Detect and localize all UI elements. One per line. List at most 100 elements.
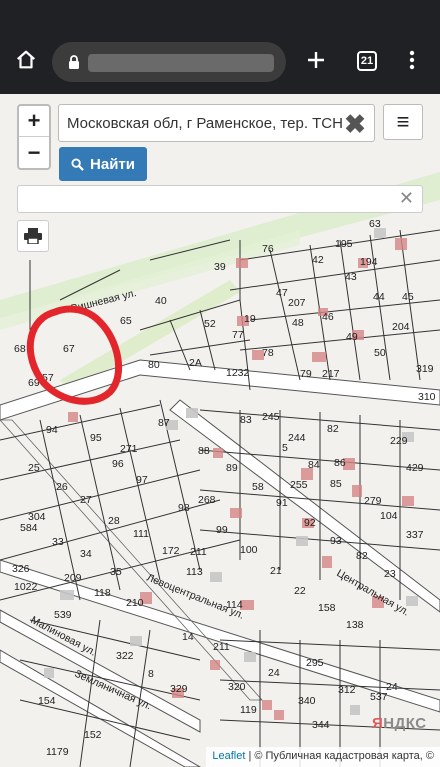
plot-label: 158 — [318, 602, 336, 614]
plot-label: 95 — [90, 432, 102, 444]
more-vert-icon[interactable] — [396, 44, 428, 76]
plot-label: 24 — [386, 681, 398, 693]
plot-label: 88 — [198, 445, 210, 457]
plot-label: 271 — [120, 443, 138, 455]
plot-label: 195 — [335, 238, 353, 250]
plot-label: 46 — [322, 311, 334, 323]
plot-label: 65 — [120, 315, 132, 327]
plot-label: 211 — [213, 641, 230, 653]
plot-label: 92 — [304, 517, 316, 529]
plot-label: 320 — [228, 681, 246, 693]
plot-label: 138 — [346, 619, 364, 631]
plot-label: 209 — [64, 572, 82, 584]
plot-label: 204 — [392, 321, 410, 333]
lock-icon — [68, 55, 80, 74]
plot-label: 100 — [240, 544, 258, 556]
plot-label: 2А — [189, 357, 202, 369]
clear-search-icon[interactable]: ✖ — [342, 109, 368, 140]
plot-label: 78 — [262, 347, 274, 359]
plot-label: 584 — [20, 522, 38, 534]
zoom-control: + − — [17, 104, 51, 170]
plot-label: 63 — [369, 218, 381, 230]
plot-label: 337 — [406, 529, 424, 541]
plot-label: 80 — [148, 359, 160, 371]
plot-label: 194 — [360, 256, 378, 268]
plot-label: 211 — [190, 546, 207, 558]
plot-label: 312 — [338, 684, 356, 696]
plus-icon[interactable] — [300, 44, 332, 76]
plot-label: 344 — [312, 719, 330, 731]
plot-label: 319 — [416, 363, 434, 375]
plot-label: 1179 — [46, 746, 69, 758]
browser-toolbar: 21 — [0, 0, 440, 94]
plot-label: 58 — [252, 481, 264, 493]
plot-label: 67 — [63, 343, 75, 355]
plot-label: 111 — [133, 528, 149, 540]
plot-label: 268 — [198, 494, 216, 506]
plot-label: 47 — [276, 287, 288, 299]
plot-label: 429 — [406, 462, 424, 474]
plot-label: 1022 — [14, 581, 38, 593]
plot-label: 83 — [240, 414, 252, 426]
close-icon[interactable]: ✕ — [399, 188, 414, 209]
plot-label: 27 — [80, 494, 92, 506]
plot-label: 210 — [126, 597, 144, 609]
plot-label: 94 — [46, 424, 58, 436]
plot-label: 97 — [136, 474, 148, 486]
plot-label: 217 — [322, 368, 340, 380]
find-button[interactable]: Найти — [59, 147, 147, 181]
plot-label: 537 — [370, 691, 388, 703]
plot-label: 172 — [162, 545, 180, 557]
plot-label: 87 — [158, 417, 170, 429]
plot-label: 22 — [294, 585, 306, 597]
leaflet-link[interactable]: Leaflet — [212, 750, 245, 762]
plot-label: 33 — [52, 536, 64, 548]
plot-label: 42 — [312, 254, 324, 266]
plot-label: 21 — [270, 565, 282, 577]
plot-label: 1232 — [226, 367, 250, 379]
plot-label: 85 — [330, 478, 342, 490]
plot-label: 326 — [12, 563, 30, 575]
plot-label: 86 — [334, 457, 346, 469]
plot-label: 76 — [262, 243, 274, 255]
tab-switcher-button[interactable]: 21 — [357, 51, 377, 71]
plot-label: 118 — [94, 587, 111, 599]
plot-label: 34 — [80, 548, 92, 560]
plot-label: 329 — [170, 683, 188, 695]
zoom-in-button[interactable]: + — [19, 106, 49, 137]
plot-label: 295 — [306, 657, 324, 669]
plot-label: 99 — [216, 524, 228, 536]
plot-label: 152 — [84, 729, 102, 741]
plot-label: 26 — [56, 481, 68, 493]
print-button[interactable] — [17, 220, 49, 252]
plot-label: 8 — [148, 668, 154, 680]
plot-label: 322 — [116, 650, 134, 662]
plot-label: 310 — [418, 391, 436, 403]
zoom-out-button[interactable]: − — [19, 137, 49, 168]
plot-label: 98 — [178, 502, 190, 514]
plot-label: 24 — [268, 667, 280, 679]
address-search-input[interactable]: Московская обл, г Раменское, тер. ТСН ✖ — [58, 104, 375, 142]
plot-label: 48 — [292, 317, 304, 329]
plot-label: 207 — [288, 297, 306, 309]
plot-label: 89 — [226, 462, 238, 474]
address-bar[interactable] — [52, 42, 286, 82]
yandex-logo: ЯНДКС — [372, 715, 427, 732]
home-icon[interactable] — [10, 44, 42, 76]
plot-label: 5 — [282, 442, 288, 454]
plot-label: 244 — [288, 432, 306, 444]
plot-label: 52 — [204, 318, 216, 330]
plot-label: 49 — [346, 331, 358, 343]
find-label: Найти — [90, 155, 135, 173]
url-text-redacted — [88, 54, 274, 72]
plot-label: 82 — [327, 423, 339, 435]
plot-label: 93 — [330, 535, 342, 547]
plot-label: 113 — [186, 566, 203, 578]
plot-label: 25 — [28, 462, 40, 474]
menu-button[interactable]: ≡ — [383, 104, 423, 140]
plot-label: 82 — [356, 550, 368, 562]
secondary-search-input[interactable]: ✕ — [17, 185, 423, 213]
search-icon — [71, 157, 84, 171]
plot-label: 79 — [300, 368, 312, 380]
plot-label: 45 — [402, 291, 414, 303]
